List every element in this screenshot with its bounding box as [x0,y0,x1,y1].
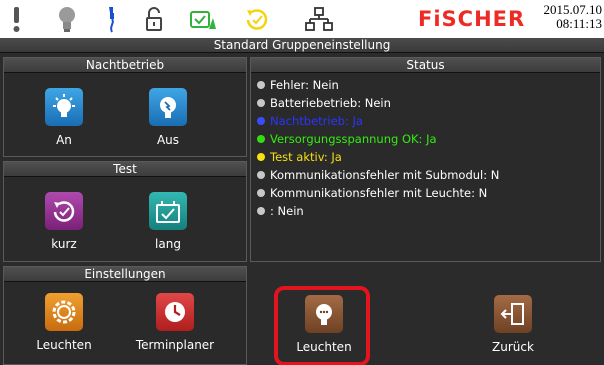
nacht-aus-label: Aus [156,133,180,147]
status-item: Batteriebetrieb: Nein [257,94,600,112]
status-text: : Nein [270,204,304,218]
status-item: Kommunikationsfehler mit Submodul: N [257,166,600,184]
bulb-on-icon [45,88,83,126]
status-list: Fehler: Nein Batteriebetrieb: Nein Nachtbe… [251,73,600,220]
exit-door-icon [494,295,532,333]
gear-icon [45,293,83,331]
status-item: Fehler: Nein [257,76,600,94]
nachtbetrieb-title: Nachtbetrieb [4,58,246,73]
nacht-aus-button[interactable]: Aus [126,88,210,147]
bulb-off-icon [149,88,187,126]
test-lang-label: lang [155,237,181,251]
test-kurz-button[interactable]: kurz [22,192,106,251]
status-dot-icon [257,171,265,179]
status-item: Nachtbetrieb: Ja [257,112,600,130]
status-item: : Nein [257,202,600,220]
nachtbetrieb-panel: Nachtbetrieb An Aus [3,57,247,157]
zurueck-button[interactable]: Zurück [471,295,555,354]
test-kurz-label: kurz [51,237,77,251]
status-title: Status [251,58,600,73]
fischer-logo: FiSCHER [418,7,526,31]
test-panel: Test kurz lang [3,161,247,262]
test-lang-button[interactable]: lang [126,192,210,251]
date-text: 2015.07.10 [543,2,603,17]
network-icon[interactable] [304,4,334,34]
status-dot-icon [257,81,265,89]
clock-icon [156,293,194,331]
nacht-an-label: An [56,133,72,147]
exclamation-icon[interactable] [2,4,32,34]
status-text: Kommunikationsfehler mit Submodul: N [270,168,500,182]
test-title: Test [4,162,246,177]
status-dot-icon [257,189,265,197]
padlock-icon[interactable] [139,4,169,34]
einstellungen-leuchten-button[interactable]: Leuchten [22,293,106,352]
einstellungen-panel: Einstellungen Leuchten Terminplaner [3,266,247,365]
status-text: Nachtbetrieb: Ja [270,114,363,128]
einstellungen-title: Einstellungen [4,267,246,282]
cycle-test-icon[interactable] [242,4,272,34]
battery-check-icon[interactable] [188,4,218,34]
status-dot-icon [257,153,265,161]
short-test-icon [45,192,83,230]
status-text: Fehler: Nein [270,78,339,92]
status-dot-icon [257,207,265,215]
status-text: Kommunikationsfehler mit Leuchte: N [270,186,488,200]
terminplaner-label: Terminplaner [135,338,215,352]
lightbulb-icon[interactable] [52,4,82,34]
long-test-icon [149,192,187,230]
status-item: Kommunikationsfehler mit Leuchte: N [257,184,600,202]
status-dot-icon [257,99,265,107]
plug-icon[interactable] [97,4,127,34]
datetime: 2015.07.10 08:11:13 [538,2,603,31]
selection-highlight [274,286,370,365]
status-item: Test aktiv: Ja [257,148,600,166]
nacht-an-button[interactable]: An [22,88,106,147]
top-toolbar: FiSCHER 2015.07.10 08:11:13 [0,0,604,38]
status-text: Test aktiv: Ja [270,150,342,164]
status-text: Batteriebetrieb: Nein [270,96,391,110]
terminplaner-button[interactable]: Terminplaner [133,293,217,352]
status-text: Versorgungsspannung OK: Ja [270,132,437,146]
screen-title: Standard Gruppeneinstellung [0,38,604,53]
einstellungen-leuchten-label: Leuchten [36,338,92,352]
status-dot-icon [257,135,265,143]
status-item: Versorgungsspannung OK: Ja [257,130,600,148]
zurueck-label: Zurück [492,340,534,354]
status-dot-icon [257,117,265,125]
status-panel: Status Fehler: Nein Batteriebetrieb: Nein… [250,57,601,262]
time-text: 08:11:13 [556,16,602,31]
